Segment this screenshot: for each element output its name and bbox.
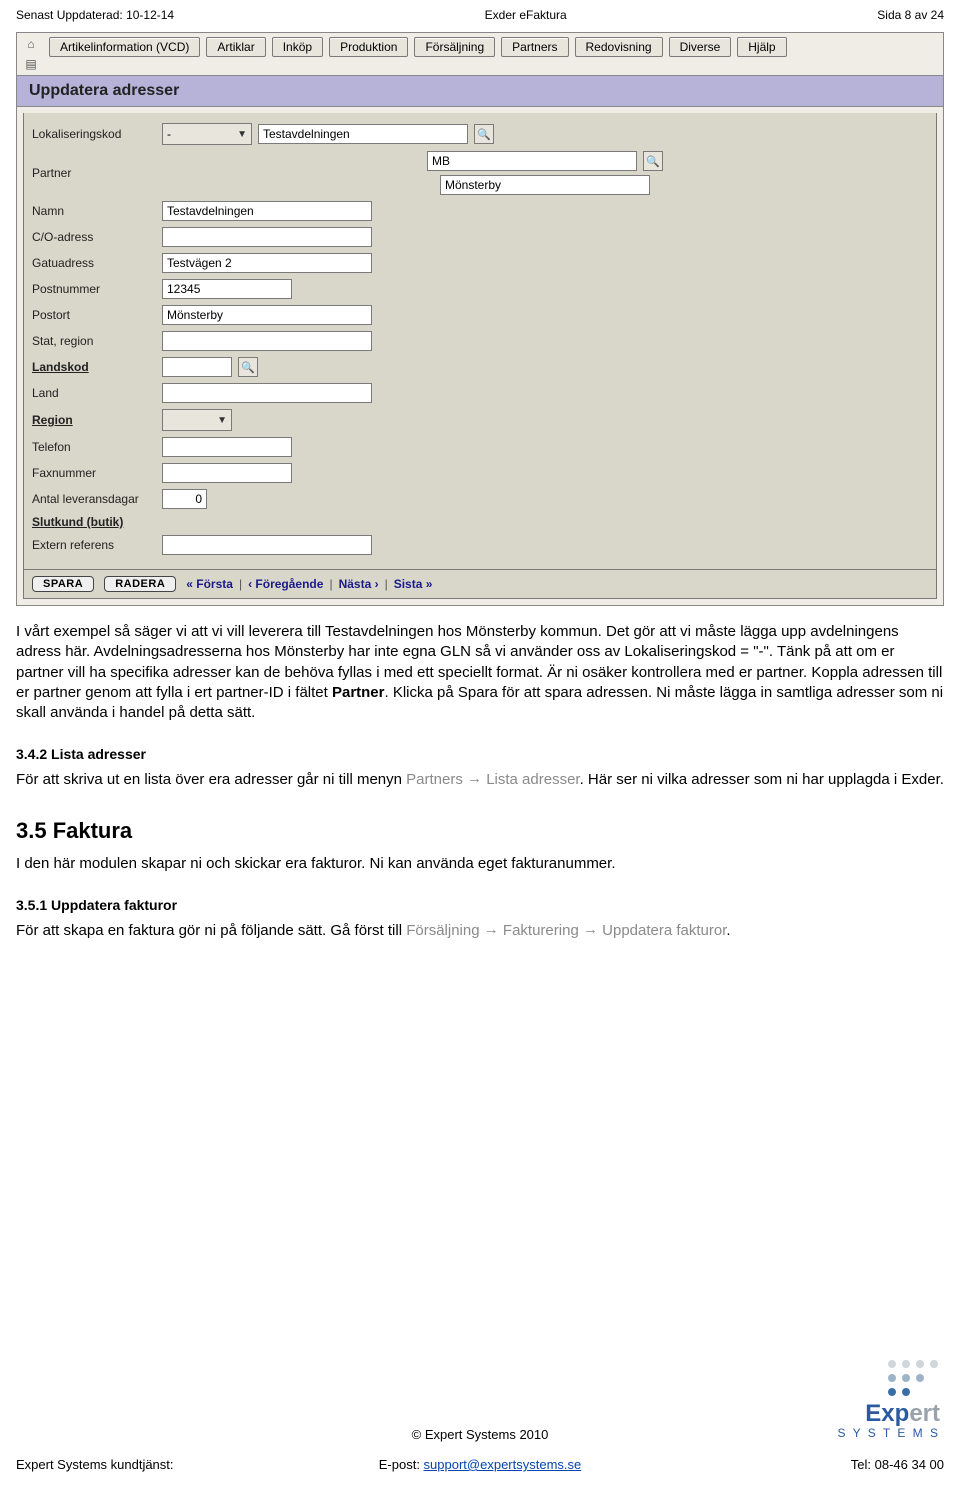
app-window: ⌂ ▤ Artikelinformation (VCD) Artiklar In… [16,32,944,606]
lokaliseringskod-value: - [167,127,171,141]
heading-3-5-1: 3.5.1 Uppdatera fakturor [16,896,944,915]
footer-center: E-post: support@expertsystems.se [16,1457,944,1472]
label-land: Land [32,386,162,400]
page-footer: Expert Systems kundtjänst: E-post: suppo… [16,1457,944,1472]
lokaliseringskod-select[interactable]: - ▼ [162,123,252,145]
postort-input[interactable] [162,305,372,325]
pager-next[interactable]: Nästa › [339,577,379,591]
menu-forsaljning[interactable]: Försäljning [414,37,495,57]
label-slutkund[interactable]: Slutkund (butik) [32,515,162,529]
paragraph-4: För att skapa en faktura gör ni på följa… [16,921,944,941]
delete-button[interactable]: RADERA [104,576,176,592]
label-stat: Stat, region [32,334,162,348]
label-extern: Extern referens [32,538,162,552]
partner-code-input[interactable] [427,151,637,171]
fax-input[interactable] [162,463,292,483]
landkod-input[interactable] [162,357,232,377]
label-fax: Faxnummer [32,466,162,480]
save-button[interactable]: SPARA [32,576,94,592]
heading-3-5: 3.5 Faktura [16,816,944,846]
pager: « Första | ‹ Föregående | Nästa › | Sist… [186,577,432,591]
menu-artiklar[interactable]: Artiklar [206,37,265,57]
label-telefon: Telefon [32,440,162,454]
search-icon: 🔍 [241,361,255,374]
namn-input[interactable] [162,201,372,221]
heading-3-4-2: 3.4.2 Lista adresser [16,745,944,764]
telefon-input[interactable] [162,437,292,457]
partner-name-input[interactable] [440,175,650,195]
chevron-down-icon: ▼ [237,129,247,140]
menu-partners[interactable]: Partners [501,37,568,57]
label-region[interactable]: Region [32,413,162,427]
grid-icon[interactable]: ▤ [25,57,36,71]
panel-title: Uppdatera adresser [17,75,943,107]
chevron-down-icon: ▼ [217,415,227,426]
menu-artikelinformation[interactable]: Artikelinformation (VCD) [49,37,200,57]
menu-produktion[interactable]: Produktion [329,37,408,57]
extern-input[interactable] [162,535,372,555]
co-input[interactable] [162,227,372,247]
label-levdagar: Antal leveransdagar [32,492,162,506]
label-partner: Partner [32,166,162,180]
label-co: C/O-adress [32,230,162,244]
search-icon: 🔍 [477,128,491,141]
pager-last[interactable]: Sista » [394,577,433,591]
doc-header: Senast Uppdaterad: 10-12-14 Exder eFaktu… [16,8,944,28]
menu-inkop[interactable]: Inköp [272,37,323,57]
side-icons: ⌂ ▤ [21,37,41,71]
support-email-link[interactable]: support@expertsystems.se [424,1457,582,1472]
postnummer-input[interactable] [162,279,292,299]
copyright: © Expert Systems 2010 [0,1427,960,1442]
stat-input[interactable] [162,331,372,351]
menu-bar: Artikelinformation (VCD) Artiklar Inköp … [49,37,787,57]
doc-header-right: Sida 8 av 24 [877,8,944,22]
label-postnummer: Postnummer [32,282,162,296]
lokaliseringskod-text[interactable] [258,124,468,144]
form-area: Lokaliseringskod - ▼ 🔍 Partner 🔍 [23,113,937,570]
pager-prev[interactable]: ‹ Föregående [248,577,323,591]
doc-body: I vårt exempel så säger vi att vi vill l… [16,622,944,941]
gatu-input[interactable] [162,253,372,273]
label-postort: Postort [32,308,162,322]
label-landkod[interactable]: Landskod [32,360,162,374]
landkod-lookup[interactable]: 🔍 [238,357,258,377]
menu-redovisning[interactable]: Redovisning [575,37,663,57]
paragraph-3: I den här modulen skapar ni och skickar … [16,854,944,874]
levdagar-input[interactable] [162,489,207,509]
paragraph-2: För att skriva ut en lista över era adre… [16,770,944,790]
home-icon[interactable]: ⌂ [27,37,34,51]
land-input[interactable] [162,383,372,403]
region-select[interactable]: ▼ [162,409,232,431]
menu-diverse[interactable]: Diverse [669,37,732,57]
menu-hjalp[interactable]: Hjälp [737,37,786,57]
button-bar: SPARA RADERA « Första | ‹ Föregående | N… [23,570,937,599]
doc-header-center: Exder eFaktura [485,8,567,22]
logo-word: Expert [865,1400,940,1428]
label-gatu: Gatuadress [32,256,162,270]
label-lokaliseringskod: Lokaliseringskod [32,127,162,141]
lokaliseringskod-lookup[interactable]: 🔍 [474,124,494,144]
doc-header-left: Senast Uppdaterad: 10-12-14 [16,8,174,22]
search-icon: 🔍 [646,155,660,168]
paragraph-1: I vårt exempel så säger vi att vi vill l… [16,622,944,723]
partner-lookup[interactable]: 🔍 [643,151,663,171]
label-namn: Namn [32,204,162,218]
pager-first[interactable]: « Första [186,577,233,591]
logo-dots [888,1360,940,1398]
